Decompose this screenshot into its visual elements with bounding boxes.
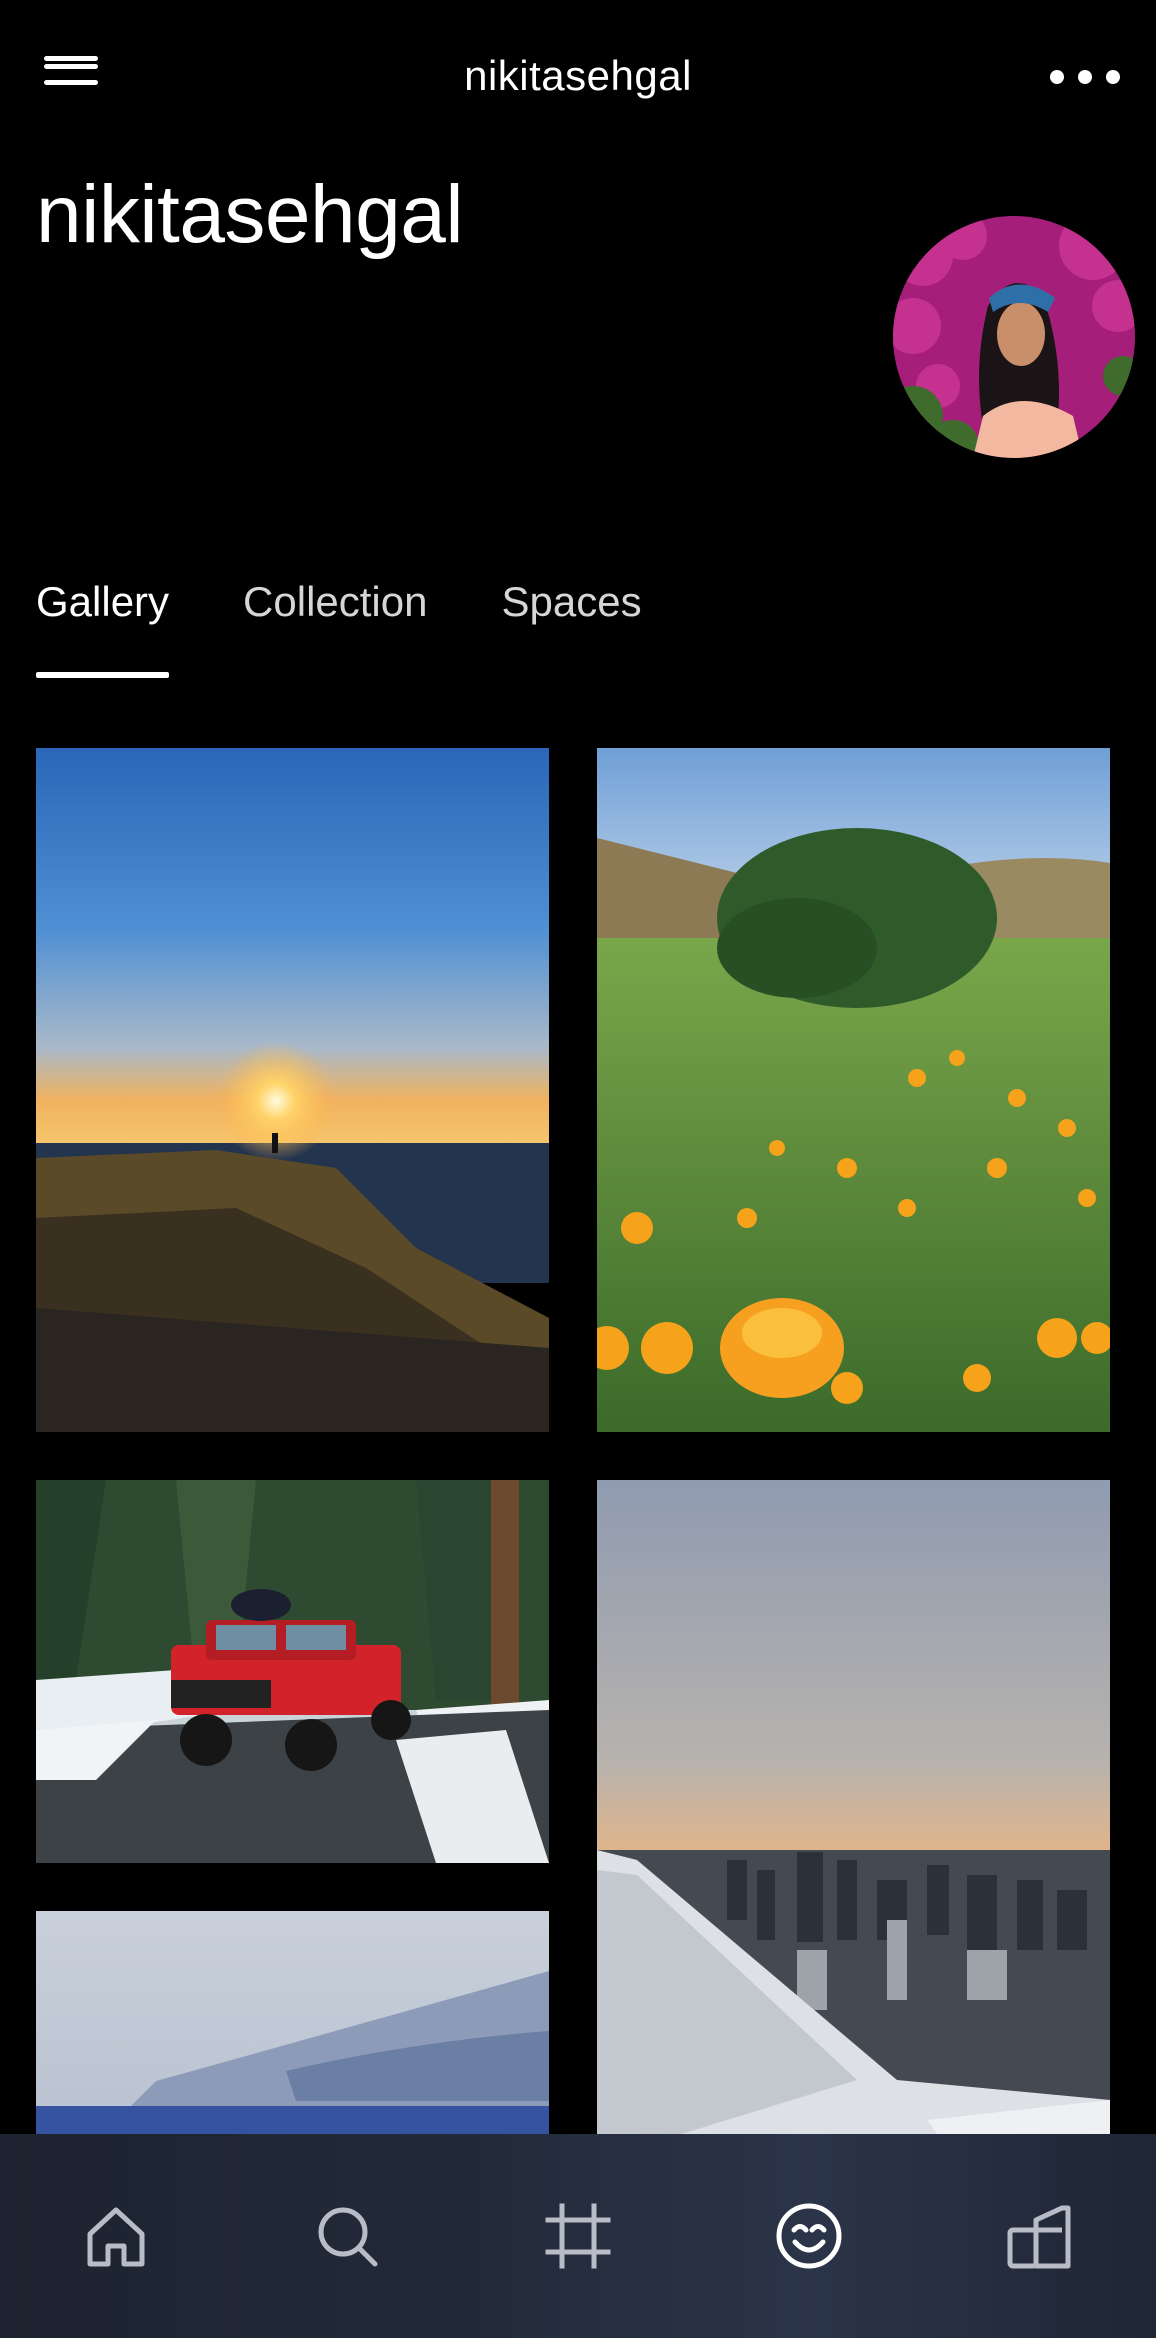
avatar[interactable] bbox=[893, 216, 1135, 458]
red-jeep-image bbox=[36, 1480, 549, 1863]
profile-page: nikitasehgal nikitasehgal Gallery Collec… bbox=[0, 0, 1156, 2338]
tab-collection[interactable]: Collection bbox=[243, 578, 427, 678]
search-icon[interactable] bbox=[302, 2191, 392, 2281]
sunset-cliff-image bbox=[36, 748, 549, 1432]
library-icon[interactable] bbox=[995, 2191, 1085, 2281]
avatar-image bbox=[893, 216, 1135, 458]
tab-spaces[interactable]: Spaces bbox=[501, 578, 641, 678]
home-icon[interactable] bbox=[71, 2191, 161, 2281]
crop-frame-icon[interactable] bbox=[533, 2191, 623, 2281]
city-sunset-image bbox=[597, 1480, 1110, 2134]
gallery-photo[interactable] bbox=[597, 1480, 1110, 2134]
more-horizontal-icon[interactable] bbox=[1050, 62, 1120, 92]
top-title: nikitasehgal bbox=[464, 52, 692, 99]
cloudy-sky-image bbox=[36, 1911, 549, 2134]
profile-name: nikitasehgal bbox=[36, 169, 464, 260]
gallery-photo[interactable] bbox=[36, 1911, 549, 2134]
gallery-photo[interactable] bbox=[36, 748, 549, 1432]
bottom-nav bbox=[0, 2134, 1156, 2338]
gallery-photo[interactable] bbox=[597, 748, 1110, 1432]
gallery-photo[interactable] bbox=[36, 1480, 549, 1863]
poppy-field-image bbox=[597, 748, 1110, 1432]
top-bar: nikitasehgal bbox=[0, 0, 1156, 160]
profile-tabs: Gallery Collection Spaces bbox=[36, 578, 642, 678]
smiley-face-icon[interactable] bbox=[764, 2191, 854, 2281]
tab-gallery[interactable]: Gallery bbox=[36, 578, 170, 678]
